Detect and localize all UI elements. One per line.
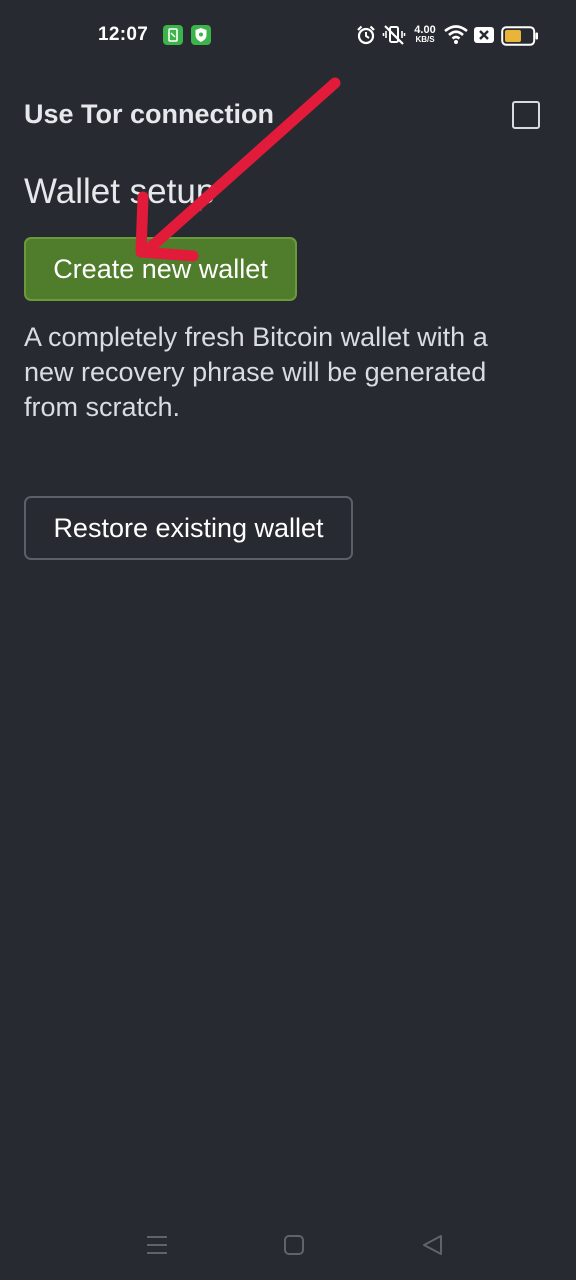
shield-notification-icon xyxy=(191,25,211,45)
vibrate-off-icon xyxy=(382,25,406,45)
alarm-icon xyxy=(357,25,375,45)
status-time: 12:07 xyxy=(98,24,149,45)
network-speed-value: 4.00 xyxy=(414,24,436,36)
status-bar: 12:07 4.00 KB/S xyxy=(0,0,576,72)
back-icon[interactable] xyxy=(417,1230,447,1260)
create-wallet-description: A completely fresh Bitcoin wallet with a… xyxy=(24,322,488,422)
tor-connection-row: Use Tor connection xyxy=(24,96,544,136)
home-icon[interactable] xyxy=(279,1230,309,1260)
network-speed-unit: KB/S xyxy=(415,35,435,44)
battery-icon xyxy=(501,26,538,46)
network-speed: 4.00 KB/S xyxy=(410,25,440,45)
tor-connection-label: Use Tor connection xyxy=(24,99,275,129)
wifi-icon xyxy=(444,25,468,44)
create-new-wallet-button[interactable]: Create new wallet xyxy=(24,237,297,301)
wallet-setup-title: Wallet setup xyxy=(24,172,216,211)
tor-connection-checkbox[interactable] xyxy=(512,101,540,129)
menu-icon[interactable] xyxy=(142,1230,172,1260)
sim-off-icon xyxy=(474,27,494,43)
app-notification-icon xyxy=(163,25,183,45)
restore-existing-wallet-button[interactable]: Restore existing wallet xyxy=(24,496,353,560)
